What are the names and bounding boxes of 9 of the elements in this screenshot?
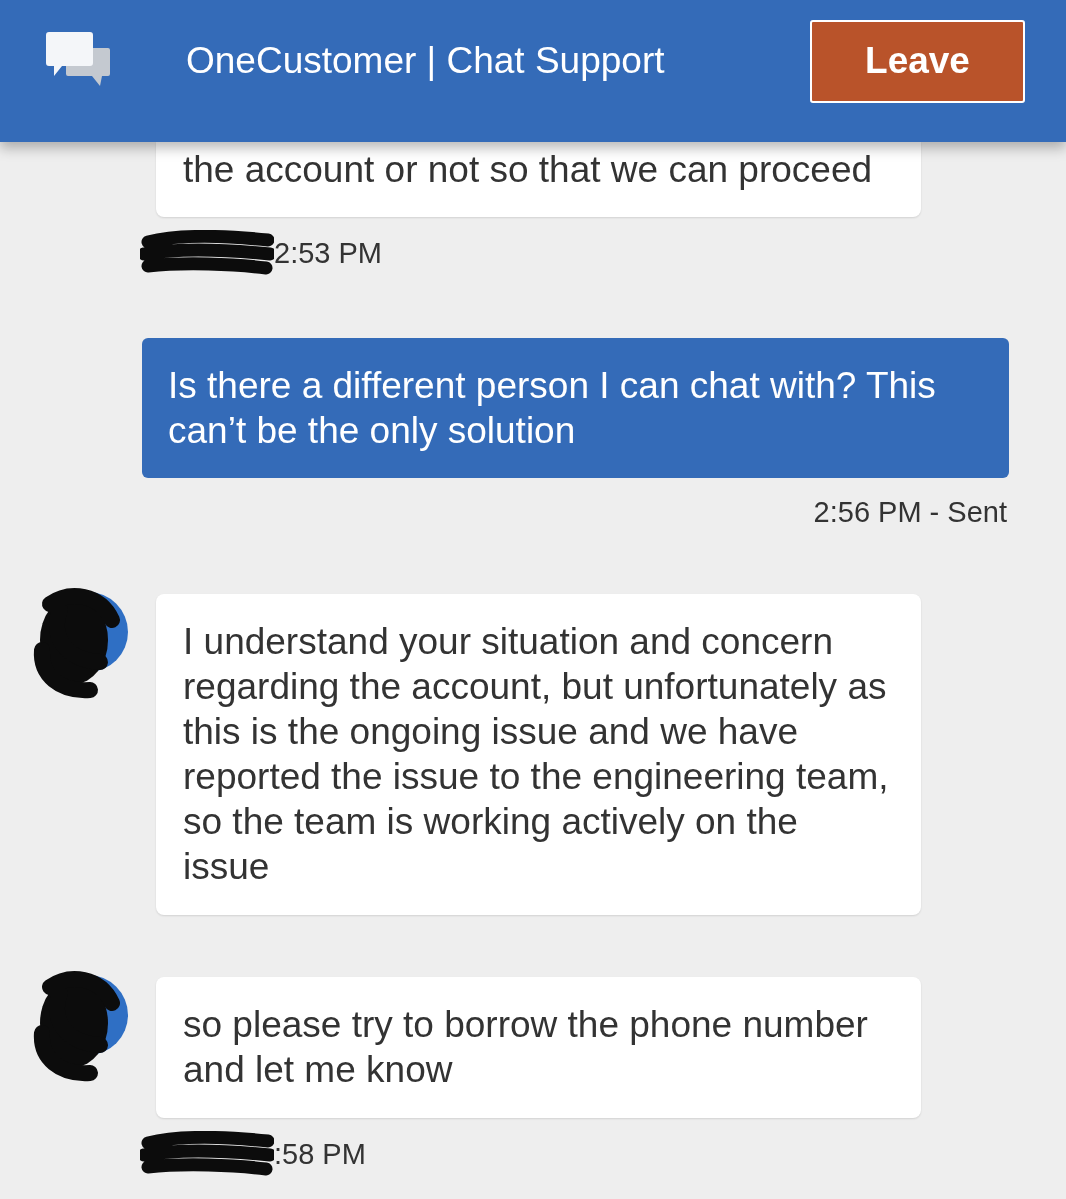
leave-button[interactable]: Leave (810, 19, 1025, 103)
sent-message-bubble: Is there a different person I can chat with? This can’t be the only solution (142, 338, 1009, 478)
app-title: OneCustomer | Chat Support (186, 39, 665, 84)
message-timestamp: :58 PM (274, 1137, 366, 1172)
agent-message-bubble: I understand your situation and concern regarding the account, but unfortunately as this is the ongoing issue and we have reported the issue to the engineering team, so the team is working actively on the issue (156, 594, 921, 915)
message-timestamp: 2:56 PM - Sent (813, 495, 1007, 530)
agent-message-bubble: the account or not so that we can proceed (156, 142, 921, 217)
agent-message-bubble: so please try to borrow the phone number and let me know (156, 977, 921, 1118)
message-timestamp: 2:53 PM (274, 236, 382, 271)
